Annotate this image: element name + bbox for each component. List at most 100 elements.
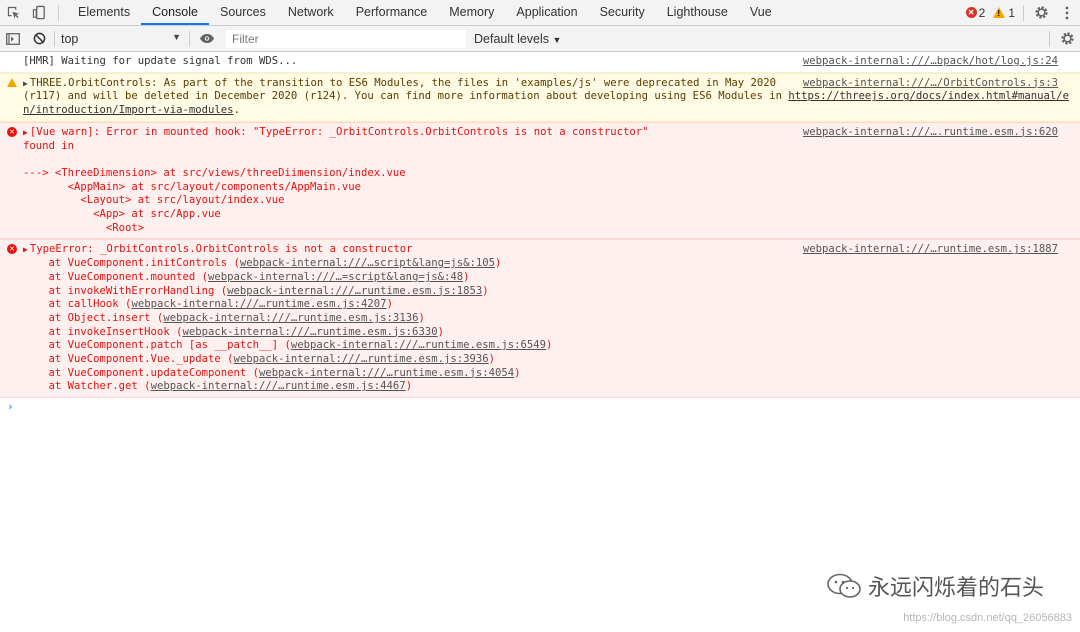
log-levels-label: Default levels — [474, 31, 550, 46]
context-value: top — [61, 31, 79, 46]
more-vert-icon[interactable] — [1054, 0, 1080, 25]
message-source-link[interactable]: webpack-internal:///….runtime.esm.js:620 — [803, 126, 1058, 140]
stack-frame-link[interactable]: webpack-internal:///…script&lang=js&:105 — [240, 257, 495, 269]
console-settings-gear-icon[interactable] — [1054, 26, 1080, 51]
tab-security[interactable]: Security — [589, 0, 656, 25]
stack-frame: at VueComponent.Vue._update (webpack-int… — [23, 353, 1058, 367]
chevron-down-icon: ▼ — [172, 31, 181, 42]
stack-frame-close: ) — [546, 339, 553, 352]
context-selector[interactable]: top ▼ — [59, 32, 185, 46]
console-message-warning: webpack-internal:///…/OrbitControls.js:3… — [0, 72, 1080, 122]
warning-text-line1: THREE.OrbitControls: As part of the tran… — [29, 76, 777, 89]
component-trace-line: <Layout> at src/layout/index.vue — [23, 194, 285, 207]
stack-frame: at Object.insert (webpack-internal:///…r… — [23, 312, 1058, 326]
levels-chevron-down-icon: ▼ — [552, 34, 562, 45]
prompt-chevron-icon: › — [7, 400, 14, 414]
stack-frame-close: ) — [488, 353, 495, 366]
sidebar-toggle-icon[interactable] — [0, 26, 26, 51]
warning-icon — [7, 77, 17, 87]
warning-count: 1 — [1008, 5, 1015, 20]
clear-console-icon[interactable] — [26, 26, 52, 51]
expand-triangle-icon[interactable]: ▶ — [23, 245, 28, 254]
inspect-icon[interactable] — [0, 0, 26, 25]
vue-warn-text: [Vue warn]: Error in mounted hook: "Type… — [29, 125, 649, 138]
stack-frame-link[interactable]: webpack-internal:///…runtime.esm.js:6549 — [291, 339, 546, 351]
eye-icon[interactable] — [194, 26, 220, 51]
tab-memory[interactable]: Memory — [438, 0, 505, 25]
tabbar-divider-right — [1023, 4, 1024, 21]
stack-frame: at invokeInsertHook (webpack-internal://… — [23, 326, 1058, 340]
stack-frame: at invokeWithErrorHandling (webpack-inte… — [23, 285, 1058, 299]
stack-frame-close: ) — [494, 257, 502, 270]
tab-vue[interactable]: Vue — [739, 0, 783, 25]
tab-network[interactable]: Network — [277, 0, 345, 25]
stack-frame-text: at invokeInsertHook ( — [23, 325, 183, 338]
tab-console[interactable]: Console — [141, 0, 209, 25]
found-in-text: found in — [23, 139, 75, 152]
watermark: 永远闪烁着的石头 — [826, 570, 1044, 602]
stack-frame-link[interactable]: webpack-internal:///…runtime.esm.js:3936 — [233, 353, 488, 365]
component-trace-line: <Root> — [23, 221, 145, 234]
console-toolbar: top ▼ Default levels ▼ — [0, 26, 1080, 52]
stack-frame-close: ) — [463, 270, 470, 283]
stack-frame-text: at VueComponent.patch [as __patch__] ( — [23, 339, 291, 352]
log-levels-dropdown[interactable]: Default levels ▼ — [474, 32, 561, 46]
stack-frame-link[interactable]: webpack-internal:///…runtime.esm.js:4054 — [259, 367, 514, 379]
component-trace-line: <AppMain> at src/layout/components/AppMa… — [23, 180, 362, 193]
stack-frame-link[interactable]: webpack-internal:///…runtime.esm.js:4207 — [131, 298, 386, 310]
stack-frame-text: at callHook ( — [23, 298, 132, 311]
stack-frame-link[interactable]: webpack-internal:///…runtime.esm.js:6330 — [182, 326, 437, 338]
component-trace-line: <App> at src/App.vue — [23, 208, 221, 221]
gear-icon[interactable] — [1028, 0, 1054, 25]
stack-frame-text: at VueComponent.initControls ( — [23, 257, 240, 270]
stack-frame-close: ) — [386, 298, 393, 311]
error-icon: ✕ — [7, 244, 17, 255]
warning-icon: ! — [993, 7, 1006, 18]
console-messages: webpack-internal:///…bpack/hot/log.js:24… — [0, 52, 1080, 414]
stack-frame-text: at Watcher.get ( — [23, 380, 151, 393]
tabbar-divider — [58, 4, 59, 21]
stack-frame: at VueComponent.updateComponent (webpack… — [23, 367, 1058, 381]
expand-triangle-icon[interactable]: ▶ — [23, 128, 28, 137]
error-count: 2 — [978, 5, 986, 20]
tab-elements[interactable]: Elements — [67, 0, 141, 25]
console-prompt[interactable]: › — [0, 398, 1080, 414]
warning-tail: . — [233, 104, 240, 117]
message-source-link[interactable]: webpack-internal:///…runtime.esm.js:1887 — [803, 243, 1058, 257]
tab-performance[interactable]: Performance — [345, 0, 439, 25]
error-icon: ✕ — [965, 7, 977, 18]
message-source-link[interactable]: webpack-internal:///…bpack/hot/log.js:24 — [803, 55, 1058, 69]
docs-link[interactable]: https://threejs.org/docs/index.html#manu… — [788, 90, 1069, 102]
tab-application[interactable]: Application — [505, 0, 588, 25]
tab-lighthouse[interactable]: Lighthouse — [656, 0, 739, 25]
warning-text-line2: (r117) and will be deleted in December 2… — [23, 90, 789, 103]
stack-frame-text: at invokeWithErrorHandling ( — [23, 284, 228, 297]
stack-frame-link[interactable]: webpack-internal:///…runtime.esm.js:4467 — [151, 380, 406, 392]
stack-frame-text: at VueComponent.mounted ( — [23, 270, 208, 283]
stack-frame: at VueComponent.initControls (webpack-in… — [23, 257, 1058, 271]
device-toggle-icon[interactable] — [26, 0, 52, 25]
message-source-link[interactable]: webpack-internal:///…/OrbitControls.js:3 — [803, 77, 1058, 91]
stack-frame-text: at Object.insert ( — [23, 311, 164, 324]
tab-sources[interactable]: Sources — [209, 0, 277, 25]
console-message-log: webpack-internal:///…bpack/hot/log.js:24… — [0, 52, 1080, 73]
stack-frame: at Watcher.get (webpack-internal:///…run… — [23, 380, 1058, 394]
stack-frame: at VueComponent.mounted (webpack-interna… — [23, 271, 1058, 285]
watermark-url: https://blog.csdn.net/qq_26056883 — [903, 612, 1072, 624]
stack-frame-link[interactable]: webpack-internal:///…runtime.esm.js:3136 — [163, 312, 418, 324]
stack-frame-link[interactable]: webpack-internal:///…=script&lang=js&:48 — [208, 271, 463, 283]
warning-count-badge[interactable]: ! 1 — [993, 6, 1015, 20]
stack-frame-link[interactable]: webpack-internal:///…runtime.esm.js:1853 — [227, 285, 482, 297]
docs-link-continued[interactable]: n/introduction/Import-via-modules — [23, 104, 233, 116]
expand-triangle-icon[interactable]: ▶ — [23, 79, 28, 88]
error-count-badge[interactable]: ✕ 2 — [965, 5, 986, 20]
stack-frame-text: at VueComponent.Vue._update ( — [23, 353, 234, 366]
filter-input[interactable] — [226, 29, 466, 48]
component-trace-line: ---> <ThreeDimension> at src/views/three… — [23, 166, 406, 179]
stack-frame-close: ) — [405, 380, 413, 393]
stack-frame: at VueComponent.patch [as __patch__] (we… — [23, 339, 1058, 353]
toolbar-divider-right — [1049, 30, 1050, 47]
stack-frame: at callHook (webpack-internal:///…runtim… — [23, 298, 1058, 312]
console-message-type-error: ✕ webpack-internal:///…runtime.esm.js:18… — [0, 239, 1080, 399]
